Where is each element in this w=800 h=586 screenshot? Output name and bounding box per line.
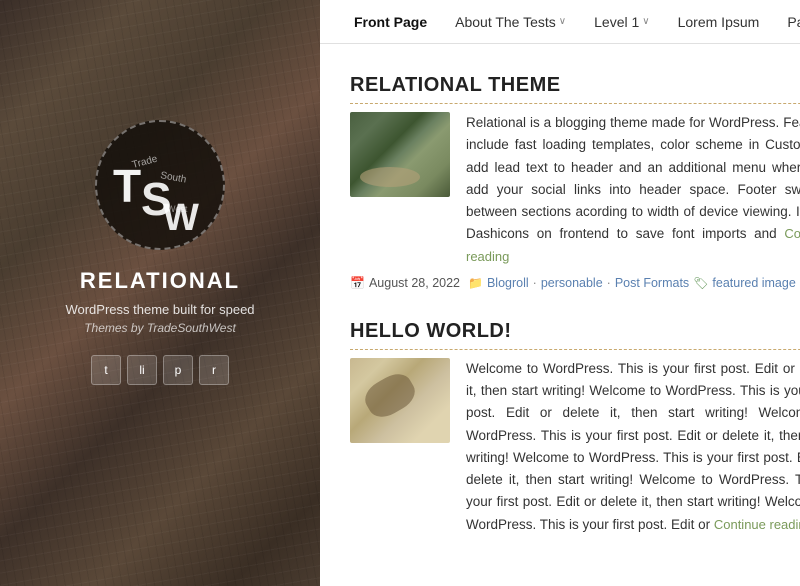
post-body-relational: Relational is a blogging theme made for … — [350, 112, 800, 268]
post-relational-theme: RELATIONAL THEME Relational is a bloggin… — [350, 74, 800, 290]
svg-text:T: T — [113, 160, 141, 212]
post-title-relational: RELATIONAL THEME — [350, 74, 800, 104]
main-content: Front Page About The Tests ∨ Level 1 ∨ L… — [320, 0, 800, 586]
sidebar: Trade T South S West W RELATIONAL WordPr… — [0, 0, 320, 586]
featured-image-link[interactable]: featured image — [712, 276, 795, 290]
post-text-relational: Relational is a blogging theme made for … — [466, 112, 800, 268]
post-hello-world: HELLO WORLD! Welcome to WordPress. This … — [350, 320, 800, 536]
chevron-level1-icon: ∨ — [642, 16, 649, 27]
nav-level1[interactable]: Level 1 ∨ — [580, 0, 663, 44]
social-twitter[interactable]: t — [91, 355, 121, 385]
separator-1: · — [533, 276, 537, 290]
site-tagline: WordPress theme built for speed — [65, 302, 254, 317]
tag-icon: 🏷 — [693, 276, 708, 290]
social-linkedin[interactable]: li — [127, 355, 157, 385]
site-title: RELATIONAL — [80, 268, 240, 294]
site-credit: Themes by TradeSouthWest — [84, 321, 236, 335]
post-image-hello — [350, 358, 450, 443]
post-formats-link[interactable]: Post Formats — [615, 276, 689, 290]
social-rss[interactable]: r — [199, 355, 229, 385]
social-pinterest[interactable]: p — [163, 355, 193, 385]
category-personable[interactable]: personable — [541, 276, 603, 290]
logo-svg: Trade T South S West W — [105, 130, 215, 240]
category-blogroll[interactable]: Blogroll — [487, 276, 529, 290]
post-date-relational: August 28, 2022 — [369, 276, 460, 290]
sidebar-content: Trade T South S West W RELATIONAL WordPr… — [0, 0, 320, 586]
nav-front-page[interactable]: Front Page — [340, 0, 441, 44]
post-text-hello: Welcome to WordPress. This is your first… — [466, 358, 800, 536]
chevron-about-icon: ∨ — [559, 16, 566, 27]
nav-page-a[interactable]: Page A — [773, 0, 800, 44]
post-meta-relational: 📅 August 28, 2022 📁 Blogroll · personabl… — [350, 276, 800, 290]
post-img-2-visual — [350, 358, 450, 443]
folder-icon: 📁 — [468, 276, 483, 290]
post-img-1-visual — [350, 112, 450, 197]
posts-area: RELATIONAL THEME Relational is a bloggin… — [320, 44, 800, 586]
social-links: t li p r — [91, 355, 229, 385]
site-logo: Trade T South S West W — [95, 120, 225, 250]
calendar-icon: 📅 — [350, 276, 365, 290]
svg-text:W: W — [163, 197, 199, 239]
post-body-hello: Welcome to WordPress. This is your first… — [350, 358, 800, 536]
top-nav: Front Page About The Tests ∨ Level 1 ∨ L… — [320, 0, 800, 44]
post-title-hello: HELLO WORLD! — [350, 320, 800, 350]
continue-reading-hello[interactable]: Continue reading — [714, 517, 800, 532]
separator-2: · — [607, 276, 611, 290]
nav-about-tests[interactable]: About The Tests ∨ — [441, 0, 580, 44]
nav-lorem-ipsum[interactable]: Lorem Ipsum — [664, 0, 774, 44]
post-image-relational — [350, 112, 450, 197]
